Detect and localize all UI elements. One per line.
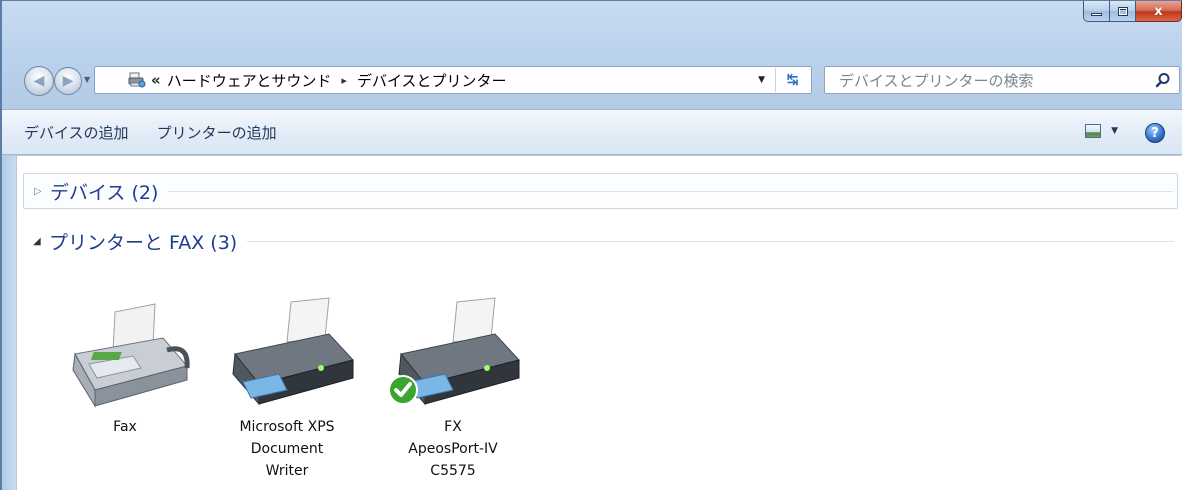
group-divider xyxy=(168,190,1173,192)
printer-icon xyxy=(217,294,357,414)
expanded-arrow-icon: ◢ xyxy=(33,235,41,247)
address-overflow-chevron[interactable]: « xyxy=(151,71,161,89)
add-printer-button[interactable]: プリンターの追加 xyxy=(145,118,289,147)
change-view-button[interactable]: ▼ xyxy=(1085,124,1118,138)
search-input[interactable]: デバイスとプリンターの検索 xyxy=(839,70,1034,91)
close-button[interactable]: x xyxy=(1136,1,1182,22)
view-dropdown-icon: ▼ xyxy=(1111,126,1118,136)
printer-label: FX ApeosPort-IV C5575 xyxy=(408,419,498,479)
command-bar: デバイスの追加 プリンターの追加 ▼ ? xyxy=(2,109,1182,155)
forward-arrow-icon: ▶ xyxy=(62,73,74,89)
group-title-devices: デバイス (2) xyxy=(50,181,159,204)
group-header-printers[interactable]: ◢ プリンターと FAX (3) xyxy=(23,223,1178,259)
printer-item-apeosport[interactable]: FX ApeosPort-IV C5575 xyxy=(383,294,523,482)
collapsed-arrow-icon: ▷ xyxy=(34,185,42,197)
default-printer-check-icon xyxy=(388,375,418,405)
add-device-button[interactable]: デバイスの追加 xyxy=(12,118,141,147)
refresh-button[interactable]: ↹ xyxy=(775,68,809,92)
breadcrumb-hardware-sound[interactable]: ハードウェアとサウンド xyxy=(167,70,332,91)
back-arrow-icon: ◀ xyxy=(33,73,45,89)
printer-label: Fax xyxy=(113,419,137,435)
minimize-icon xyxy=(1091,13,1102,16)
printer-label: Microsoft XPS Document Writer xyxy=(239,419,335,479)
search-icon[interactable] xyxy=(1155,72,1171,88)
caption-buttons: x xyxy=(1083,1,1182,22)
printer-icon xyxy=(383,294,523,414)
help-icon[interactable]: ? xyxy=(1145,123,1165,143)
address-bar[interactable]: « ハードウェアとサウンド ▸ デバイスとプリンター ▼ ↹ xyxy=(94,66,812,94)
breadcrumb-devices-printers[interactable]: デバイスとプリンター xyxy=(357,70,507,91)
fax-icon xyxy=(55,294,195,414)
minimize-button[interactable] xyxy=(1083,1,1110,22)
back-button[interactable]: ◀ xyxy=(24,66,54,96)
address-dropdown-button[interactable]: ▼ xyxy=(758,75,765,85)
view-icon xyxy=(1085,124,1102,138)
forward-button[interactable]: ▶ xyxy=(54,67,82,95)
close-icon: x xyxy=(1154,3,1163,19)
content-pane: ▷ デバイス (2) ◢ プリンターと FAX (3) Fax Microsof… xyxy=(16,156,1182,490)
group-divider xyxy=(247,240,1174,242)
navigation-row: ◀ ▶ ▼ « ハードウェアとサウンド ▸ デバイスとプリンター ▼ ↹ デバイ… xyxy=(2,63,1182,97)
maximize-icon xyxy=(1117,6,1128,16)
title-bar: x xyxy=(2,1,1182,59)
explorer-window: x ◀ ▶ ▼ « ハードウェアとサウンド ▸ デバイスとプリンター ▼ ↹ デ… xyxy=(0,0,1182,490)
breadcrumb-separator-icon[interactable]: ▸ xyxy=(341,74,347,87)
maximize-button[interactable] xyxy=(1110,1,1136,22)
devices-printers-icon xyxy=(127,72,147,88)
printer-item-xps-writer[interactable]: Microsoft XPS Document Writer xyxy=(217,294,357,482)
group-header-devices[interactable]: ▷ デバイス (2) xyxy=(23,173,1178,209)
refresh-icon: ↹ xyxy=(786,72,799,88)
group-title-printers: プリンターと FAX (3) xyxy=(49,231,238,254)
navigation-pane-edge xyxy=(2,156,16,490)
search-box[interactable]: デバイスとプリンターの検索 xyxy=(824,66,1180,94)
printer-item-fax[interactable]: Fax xyxy=(55,294,195,438)
recent-pages-dropdown[interactable]: ▼ xyxy=(84,75,90,84)
